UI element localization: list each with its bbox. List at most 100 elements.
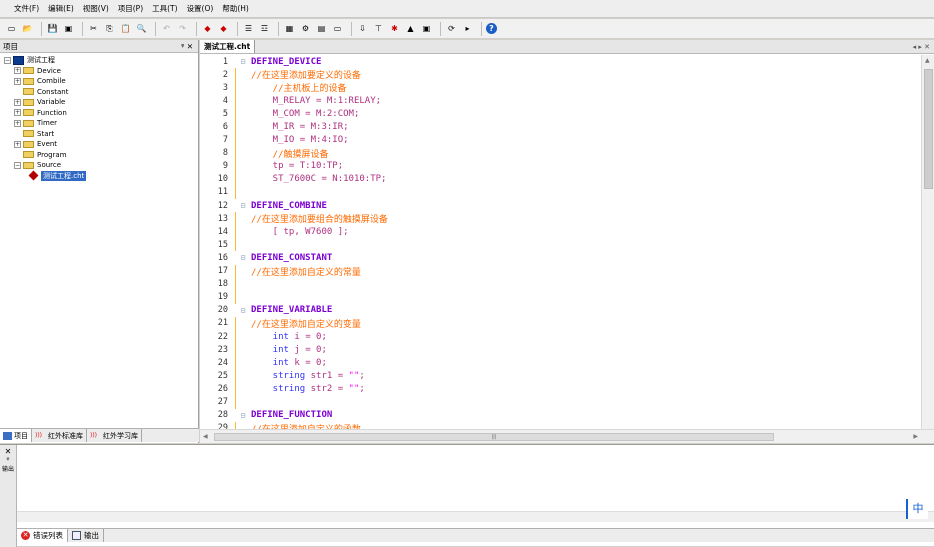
compile-icon[interactable]: ⚙ (299, 22, 312, 35)
code-token: M_IO = M:4:IO; (251, 135, 349, 146)
vertical-scrollbar[interactable]: ▲ (921, 55, 934, 429)
output-panel-sidebar: ✕ ᵠ 输出 (0, 445, 17, 547)
ir-icon[interactable]: ✱ (388, 22, 401, 35)
pin-icon[interactable]: ᵠ (0, 456, 16, 464)
panel-controls[interactable]: ᵠ ✕ (181, 42, 193, 51)
tree-source-file[interactable]: 测试工程.cht (4, 170, 198, 182)
fold-toggle-icon[interactable]: ⊟ (235, 409, 251, 422)
tree-folder-label: Program (37, 150, 67, 159)
editor-tab[interactable]: 测试工程.cht (200, 40, 256, 53)
code-area[interactable]: 1 ⊟ DEFINE_DEVICE 2//在这里添加要定义的设备 3 //主机板上的设备… (200, 55, 920, 429)
scroll-thumb[interactable] (924, 69, 933, 189)
tab-ir-standard-lib[interactable]: ))) 红外标准库 (32, 429, 87, 442)
expand-icon[interactable]: + (14, 98, 21, 106)
scroll-thumb-horizontal[interactable]: ||| (214, 433, 774, 441)
find-icon[interactable]: 🔍 (135, 22, 148, 35)
line-number: 26 (217, 383, 228, 394)
output-panel: ✕ ᵠ 输出 中 ✕ 错误列表 输出 (0, 444, 934, 547)
tree-folder-variable[interactable]: + Variable (4, 97, 198, 108)
scroll-left-icon[interactable]: ◀ (203, 433, 208, 440)
folder-icon (23, 109, 34, 117)
tab-ir-learn-lib[interactable]: ))) 红外学习库 (87, 429, 142, 442)
help-icon[interactable]: ? (486, 23, 497, 34)
paste-icon[interactable]: 📋 (119, 22, 132, 35)
download-icon[interactable]: ⇩ (356, 22, 369, 35)
code-line: 23 int j = 0; (200, 343, 920, 357)
project-tree: − 测试工程 + Device + Combile Constant + Variable + Fu… (0, 53, 198, 181)
redo-icon[interactable]: ↷ (176, 22, 189, 35)
code-token: //在这里添加自定义的变量 (251, 319, 361, 330)
refresh-icon[interactable]: ⟳ (445, 22, 458, 35)
tab-error-list[interactable]: ✕ 错误列表 (17, 529, 68, 542)
fold-toggle-icon[interactable]: ⊟ (235, 199, 251, 212)
dropdown-arrow-icon[interactable]: ▸ (461, 22, 474, 35)
fold-gutter (235, 81, 251, 95)
expand-icon[interactable]: + (14, 67, 21, 75)
indent-icon[interactable]: ☰ (242, 22, 255, 35)
menu-item[interactable]: 设置(O) (187, 3, 214, 14)
copy-icon[interactable]: ⎘ (103, 22, 116, 35)
menu-item[interactable]: 编辑(E) (48, 3, 74, 14)
open-folder-icon[interactable]: 📂 (21, 22, 34, 35)
bookmark-prev-icon[interactable]: ◆ (201, 22, 214, 35)
tree-folder-function[interactable]: + Function (4, 108, 198, 119)
expand-icon[interactable]: + (14, 77, 21, 85)
tree-folder-label: Start (37, 129, 55, 138)
tree-root-project[interactable]: − 测试工程 (4, 55, 198, 66)
undo-icon[interactable]: ↶ (160, 22, 173, 35)
menu-item[interactable]: 帮助(H) (222, 3, 249, 14)
line-number: 9 (222, 161, 228, 172)
outdent-icon[interactable]: ☲ (258, 22, 271, 35)
scroll-right-icon[interactable]: ▶ (913, 433, 918, 440)
line-number: 18 (217, 279, 228, 290)
code-line: 1 ⊟ DEFINE_DEVICE (200, 55, 920, 68)
tree-folder-program[interactable]: Program (4, 150, 198, 161)
folder-icon (23, 88, 34, 96)
bookmark-next-icon[interactable]: ◆ (217, 22, 230, 35)
save-all-icon[interactable]: ▣ (62, 22, 75, 35)
fold-toggle-icon[interactable]: ⊟ (235, 251, 251, 264)
cut-icon[interactable]: ✂ (87, 22, 100, 35)
new-file-icon[interactable]: ▭ (5, 22, 18, 35)
fold-toggle-icon[interactable]: ⊟ (235, 304, 251, 317)
menu-item[interactable]: 视图(V) (83, 3, 109, 14)
tree-folder-source[interactable]: − Source (4, 160, 198, 171)
horizontal-scrollbar[interactable]: ◀ ||| ▶ (200, 429, 934, 443)
menu-item[interactable]: 文件(F) (14, 3, 39, 14)
scroll-up-icon[interactable]: ▲ (925, 57, 930, 64)
menu-item[interactable]: 工具(T) (152, 3, 177, 14)
toolbar-separator (155, 21, 156, 36)
menu-bar: 文件(F) 编辑(E) 视图(V) 项目(P) 工具(T) 设置(O) 帮助(H) (0, 0, 934, 18)
monitor-icon[interactable]: ▲ (404, 22, 417, 35)
menu-item[interactable]: 项目(P) (118, 3, 143, 14)
settings-icon[interactable]: ▣ (420, 22, 433, 35)
tab-nav-controls[interactable]: ◂ ▸ ✕ (913, 43, 930, 51)
expand-icon[interactable]: + (14, 109, 21, 117)
folder-icon (23, 77, 34, 85)
save-icon[interactable]: 💾 (46, 22, 59, 35)
tree-folder-combile[interactable]: + Combile (4, 76, 198, 87)
expand-icon[interactable]: + (14, 140, 21, 148)
tab-output[interactable]: 输出 (68, 529, 104, 542)
collapse-icon[interactable]: − (14, 161, 21, 169)
line-number: 11 (217, 187, 228, 198)
ime-indicator[interactable]: 中 (906, 499, 928, 519)
output-horizontal-scrollbar[interactable] (17, 511, 934, 522)
project-tab-icon (3, 431, 12, 440)
tree-folder-device[interactable]: + Device (4, 66, 198, 77)
code-line: 6 M_IR = M:3:IR; (200, 120, 920, 134)
tree-folder-timer[interactable]: + Timer (4, 118, 198, 129)
code-line: 25 string str1 = ""; (200, 369, 920, 383)
close-icon[interactable]: ✕ (0, 447, 16, 456)
tab-project[interactable]: 项目 (0, 429, 32, 442)
fold-toggle-icon[interactable]: ⊟ (235, 55, 251, 68)
tree-folder-event[interactable]: + Event (4, 139, 198, 150)
expand-icon[interactable]: + (14, 119, 21, 127)
device-icon[interactable]: ▤ (315, 22, 328, 35)
window-icon[interactable]: ▭ (331, 22, 344, 35)
debug-icon[interactable]: ⊤ (372, 22, 385, 35)
tree-folder-start[interactable]: Start (4, 129, 198, 140)
build-icon[interactable]: ▦ (283, 22, 296, 35)
tree-folder-constant[interactable]: Constant (4, 87, 198, 98)
collapse-icon[interactable]: − (4, 56, 11, 64)
